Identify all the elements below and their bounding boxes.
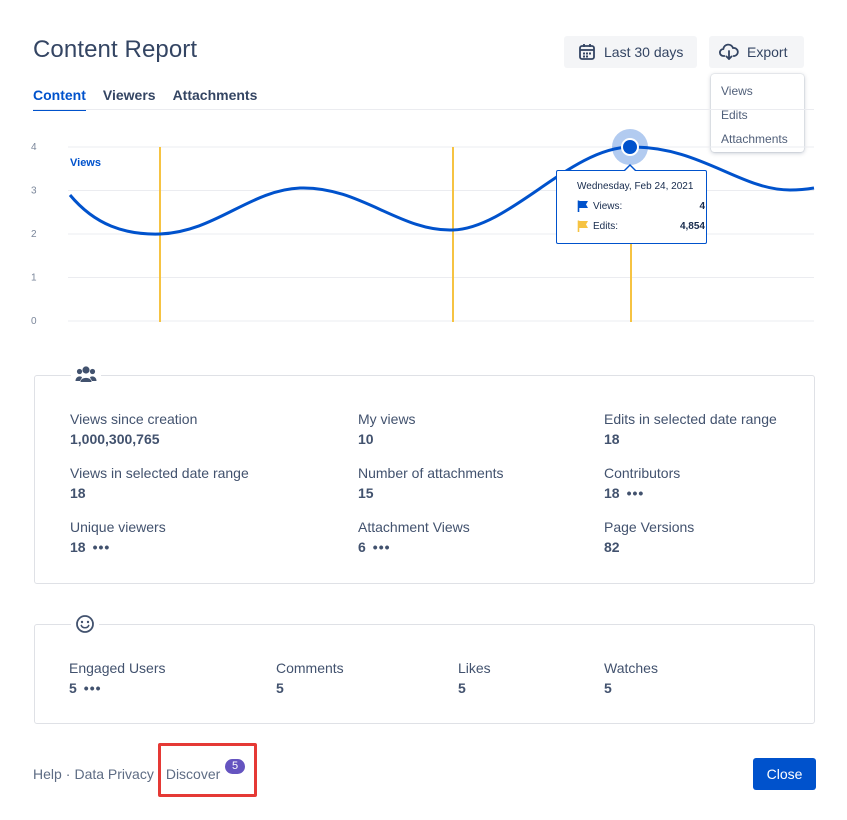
highlight-box bbox=[158, 743, 257, 797]
stat-contributors: Contributors 18 ••• bbox=[604, 464, 680, 502]
stat-views-since-creation: Views since creation 1,000,300,765 bbox=[70, 410, 197, 448]
tab-attachments[interactable]: Attachments bbox=[173, 87, 258, 111]
stat-value: 5 ••• bbox=[69, 679, 166, 697]
data-point[interactable] bbox=[621, 138, 639, 156]
page-title: Content Report bbox=[33, 36, 198, 63]
y-tick-label: 4 bbox=[31, 142, 37, 153]
y-tick-label: 3 bbox=[31, 186, 37, 197]
stat-value: 18 ••• bbox=[604, 484, 680, 502]
export-button[interactable]: Export bbox=[709, 36, 804, 68]
flag-icon bbox=[577, 200, 588, 212]
flag-icon bbox=[577, 220, 588, 232]
stat-label: Unique viewers bbox=[70, 519, 166, 535]
views-chart: 0 1 2 3 4 Views bbox=[31, 129, 815, 327]
stat-value: 5 bbox=[458, 680, 466, 696]
tooltip-edits-value: 4,854 bbox=[679, 220, 705, 232]
stat-value: 18 ••• bbox=[70, 538, 166, 556]
cloud-download-icon bbox=[719, 43, 739, 60]
smiley-icon bbox=[71, 614, 99, 639]
stat-value: 82 bbox=[604, 539, 620, 555]
series-label: Views bbox=[70, 157, 101, 169]
stat-label: Views since creation bbox=[70, 411, 198, 427]
tooltip-views-value: 4 bbox=[699, 200, 705, 212]
more-icon[interactable]: ••• bbox=[627, 484, 645, 502]
date-range-label: Last 30 days bbox=[604, 44, 684, 60]
stat-engaged-users: Engaged Users 5 ••• bbox=[69, 659, 166, 697]
date-range-button[interactable]: Last 30 days bbox=[564, 36, 697, 68]
stat-label: Engaged Users bbox=[69, 660, 166, 676]
stat-edits-in-range: Edits in selected date range 18 bbox=[604, 410, 777, 448]
more-icon[interactable]: ••• bbox=[84, 679, 102, 697]
more-icon[interactable]: ••• bbox=[93, 538, 111, 556]
stat-number: 18 bbox=[604, 485, 620, 501]
menu-item-views[interactable]: Views bbox=[711, 79, 804, 103]
stat-value: 15 bbox=[358, 485, 374, 501]
chart-y-ticks: 0 1 2 3 4 bbox=[31, 142, 37, 327]
stat-label: Edits in selected date range bbox=[604, 411, 777, 427]
stat-value: 5 bbox=[276, 680, 284, 696]
users-icon bbox=[71, 364, 101, 389]
tab-viewers[interactable]: Viewers bbox=[103, 87, 156, 111]
stat-label: Comments bbox=[276, 660, 344, 676]
stat-value: 10 bbox=[358, 431, 374, 447]
export-label: Export bbox=[747, 44, 788, 60]
stat-page-versions: Page Versions 82 bbox=[604, 518, 694, 556]
tooltip-views-label: Views: bbox=[593, 200, 623, 212]
stat-number: 5 bbox=[69, 680, 77, 696]
stat-label: Likes bbox=[458, 660, 491, 676]
stat-views-in-range: Views in selected date range 18 bbox=[70, 464, 249, 502]
tooltip-edits-label: Edits: bbox=[593, 220, 619, 232]
report-tabs: Content Viewers Attachments bbox=[33, 87, 274, 111]
stat-value: 18 bbox=[604, 431, 620, 447]
stat-label: Page Versions bbox=[604, 519, 695, 535]
stat-unique-viewers: Unique viewers 18 ••• bbox=[70, 518, 166, 556]
stat-likes: Likes 5 bbox=[458, 659, 491, 697]
stat-number: 6 bbox=[358, 539, 366, 555]
stat-label: Contributors bbox=[604, 465, 681, 481]
y-tick-label: 2 bbox=[31, 229, 37, 240]
stat-comments: Comments 5 bbox=[276, 659, 344, 697]
y-tick-label: 0 bbox=[31, 316, 37, 327]
stat-value: 1,000,300,765 bbox=[70, 431, 160, 447]
stat-number: 18 bbox=[70, 539, 86, 555]
stat-label: Views in selected date range bbox=[70, 465, 249, 481]
tab-content[interactable]: Content bbox=[33, 87, 86, 111]
calendar-icon bbox=[579, 44, 595, 60]
stat-value: 6 ••• bbox=[358, 538, 470, 556]
stat-label: Watches bbox=[604, 660, 658, 676]
stat-watches: Watches 5 bbox=[604, 659, 658, 697]
stat-label: Number of attachments bbox=[358, 465, 504, 481]
stat-num-attachments: Number of attachments 15 bbox=[358, 464, 504, 502]
y-tick-label: 1 bbox=[31, 273, 37, 284]
stat-my-views: My views 10 bbox=[358, 410, 416, 448]
chart-tooltip: Wednesday, Feb 24, 2021 Views: 4 Edits: … bbox=[556, 164, 707, 244]
stat-value: 5 bbox=[604, 680, 612, 696]
data-privacy-link[interactable]: Data Privacy bbox=[74, 766, 153, 782]
stat-label: Attachment Views bbox=[358, 519, 470, 535]
close-button[interactable]: Close bbox=[753, 758, 816, 790]
stat-label: My views bbox=[358, 411, 416, 427]
more-icon[interactable]: ••• bbox=[373, 538, 391, 556]
tooltip-date: Wednesday, Feb 24, 2021 bbox=[577, 181, 694, 192]
help-link[interactable]: Help bbox=[33, 766, 62, 782]
footer-separator: · bbox=[65, 766, 71, 782]
stat-attachment-views: Attachment Views 6 ••• bbox=[358, 518, 470, 556]
stat-value: 18 bbox=[70, 485, 86, 501]
